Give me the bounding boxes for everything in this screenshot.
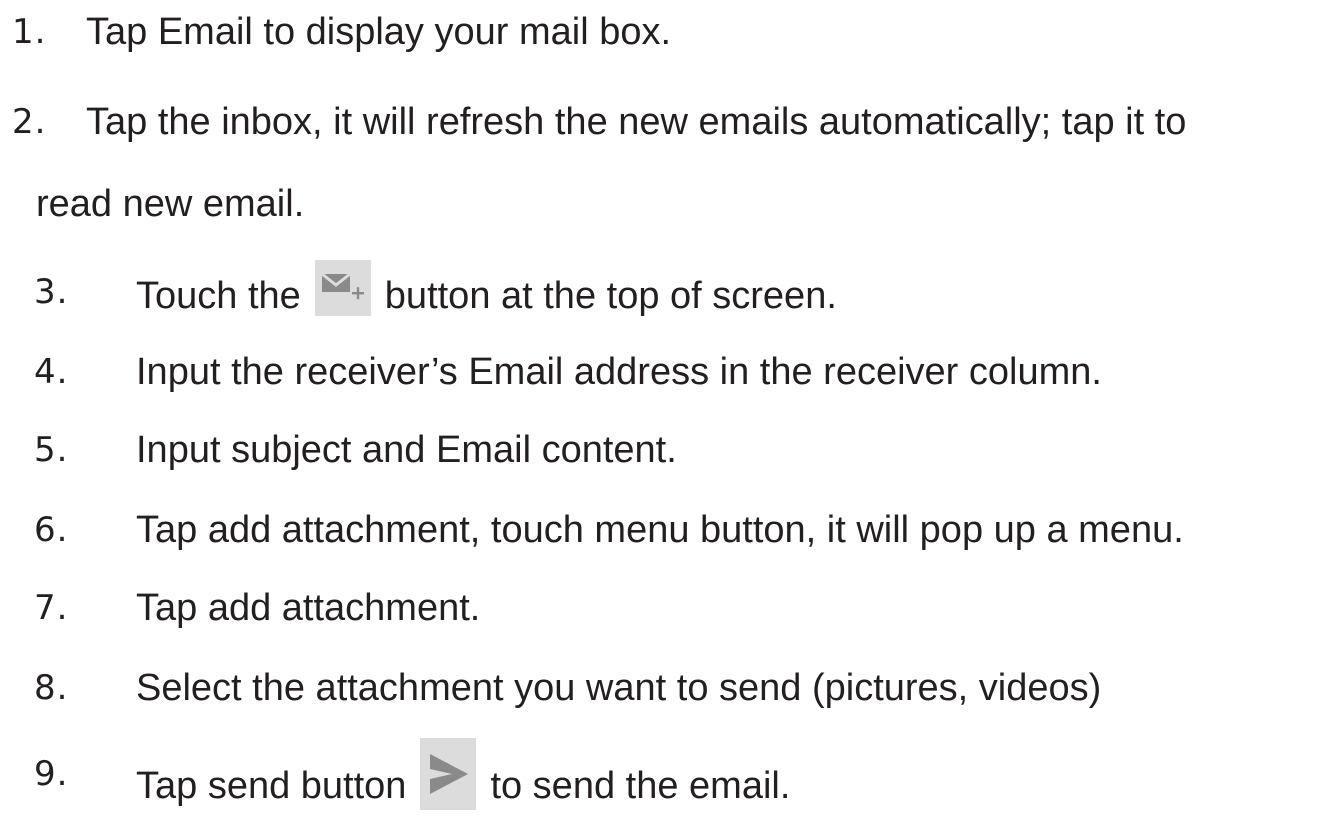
step-number: 4. [34,352,69,392]
step-number: 8. [34,668,69,708]
step-text: Tap add attachment, touch menu button, i… [136,509,1184,551]
step-text: Tap send button to send the email. [136,738,791,824]
step-text: Select the attachment you want to send (… [136,667,1102,709]
step-number: 3. [34,272,69,312]
step-number: 5. [34,430,69,470]
step-text-continuation: read new email. [36,183,305,225]
step-number: 6. [34,510,69,550]
step-text: Tap Email to display your mail box. [86,11,672,53]
step-text: Touch the button at the top of screen. [136,260,837,326]
compose-email-icon [314,260,371,316]
step-text-after-icon: to send the email. [490,765,791,808]
send-icon [420,738,477,810]
step-number: 7. [34,588,69,628]
step-number: 9. [34,754,69,794]
step-text: Input subject and Email content. [136,429,677,471]
step-text: Tap the inbox, it will refresh the new e… [86,101,1187,143]
step-text-before-icon: Touch the [136,275,301,318]
document-page: 1. Tap Email to display your mail box. 2… [0,0,1336,811]
step-text-after-icon: button at the top of screen. [384,275,837,318]
step-number: 1. [12,12,47,52]
step-text-before-icon: Tap send button [136,765,407,808]
step-text: Input the receiver’s Email address in th… [136,351,1102,393]
step-number: 2. [12,102,47,142]
step-text: Tap add attachment. [136,587,481,629]
